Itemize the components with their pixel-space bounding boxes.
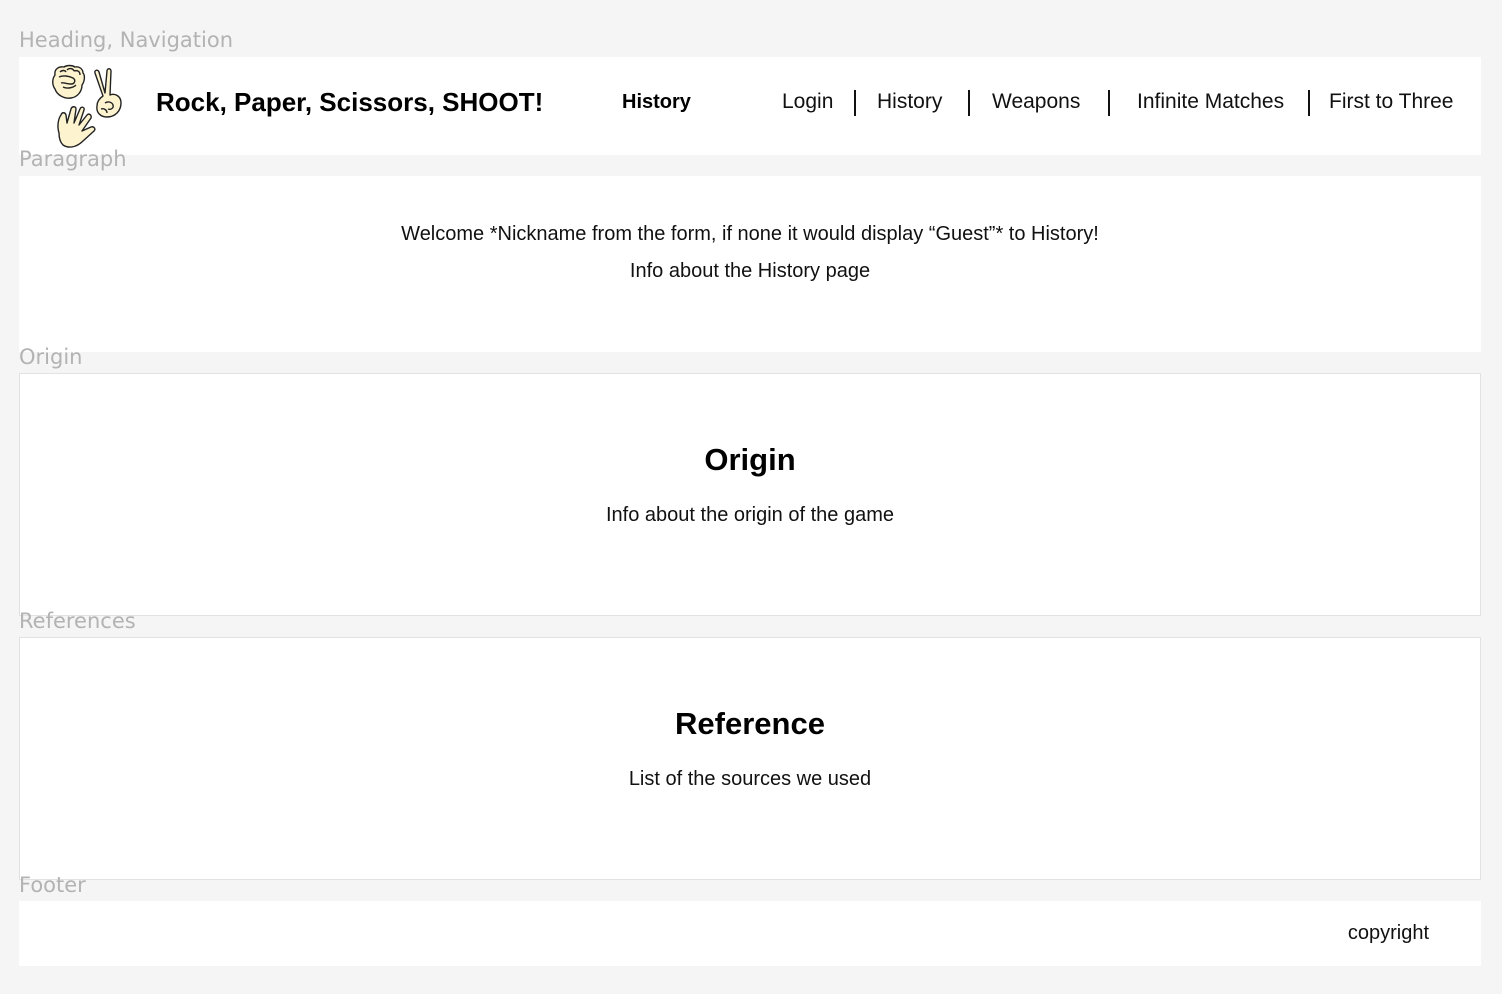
history-info-text: Info about the History page: [629, 260, 871, 282]
copyright-text: copyright: [1347, 922, 1429, 944]
nav-separator: [1108, 90, 1110, 116]
main-navigation: Login History Weapons Infinite Matches F…: [19, 90, 1481, 120]
nav-separator: [854, 90, 856, 116]
frame-label-origin: Origin: [19, 345, 83, 369]
nav-link-infinite-matches[interactable]: Infinite Matches: [1137, 90, 1284, 114]
reference-text: List of the sources we used: [628, 768, 872, 790]
frame-label-references: References: [19, 609, 136, 633]
welcome-text: Welcome *Nickname from the form, if none…: [401, 223, 1099, 245]
origin-section: Origin Info about the origin of the game: [19, 373, 1481, 616]
frame-label-paragraph: Paragraph: [19, 147, 127, 171]
nav-link-history[interactable]: History: [877, 90, 942, 114]
footer: copyright: [19, 901, 1481, 966]
origin-heading: Origin: [704, 442, 796, 477]
header-navigation: Rock, Paper, Scissors, SHOOT! History Lo…: [19, 57, 1481, 155]
frame-label-heading-navigation: Heading, Navigation: [19, 28, 233, 52]
nav-link-first-to-three[interactable]: First to Three: [1329, 90, 1453, 114]
nav-link-login[interactable]: Login: [782, 90, 833, 114]
origin-text: Info about the origin of the game: [606, 504, 894, 526]
nav-link-weapons[interactable]: Weapons: [992, 90, 1080, 114]
intro-paragraph: Welcome *Nickname from the form, if none…: [19, 176, 1481, 352]
nav-separator: [968, 90, 970, 116]
nav-separator: [1308, 90, 1310, 116]
frame-label-footer: Footer: [19, 873, 86, 897]
references-section: Reference List of the sources we used: [19, 637, 1481, 880]
reference-heading: Reference: [675, 706, 825, 741]
